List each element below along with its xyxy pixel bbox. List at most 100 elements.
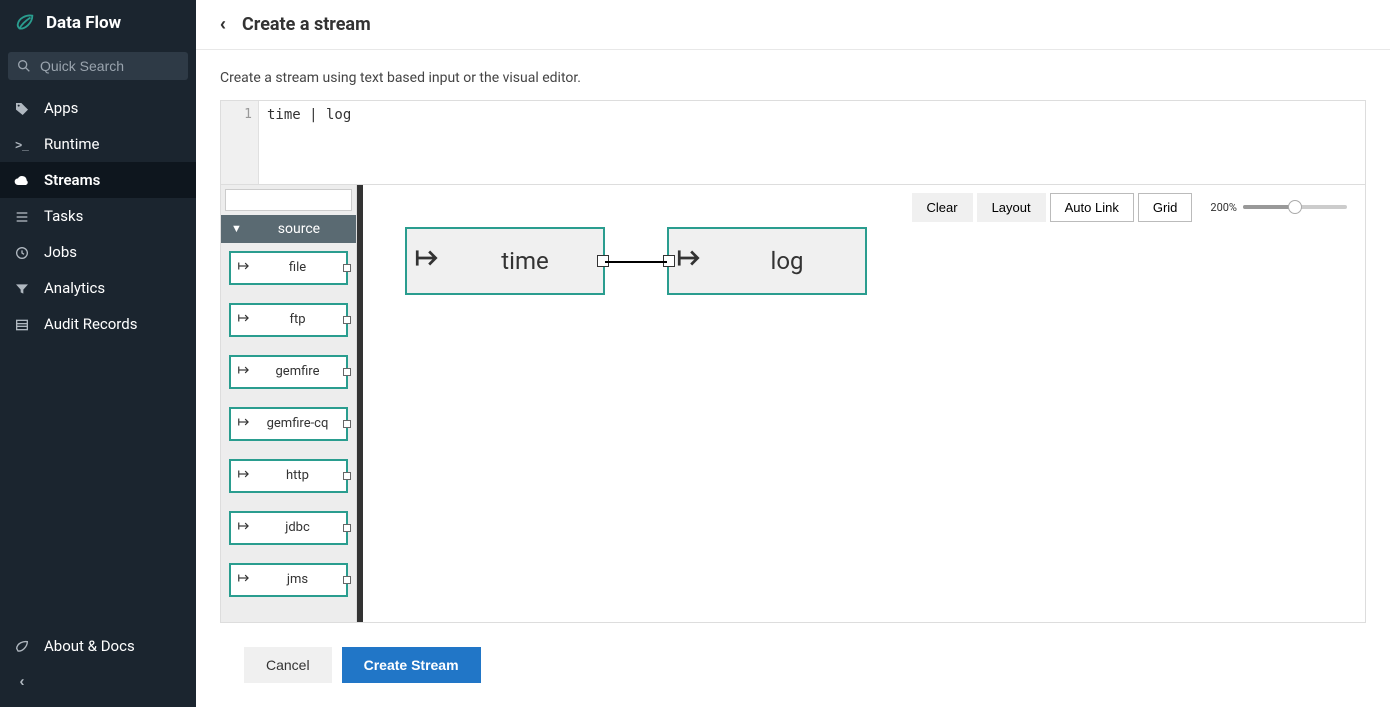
zoom-control: 200% [1210,201,1347,214]
canvas-toolbar: Clear Layout Auto Link Grid 200% [912,193,1348,222]
palette-item-label: gemfire [255,364,340,379]
palette-item-label: gemfire-cq [255,416,340,431]
sidebar-search[interactable] [8,52,188,80]
back-button[interactable]: ‹ [220,14,226,35]
output-port[interactable] [343,524,351,532]
palette-item-label: jdbc [255,520,340,535]
action-bar: Cancel Create Stream [220,623,1366,707]
sidebar-item-runtime[interactable]: >_ Runtime [0,126,196,162]
zoom-slider[interactable] [1243,205,1347,209]
cloud-icon [14,171,30,189]
description: Create a stream using text based input o… [220,70,1366,86]
palette-group-label: source [252,221,346,237]
palette-search-input[interactable] [225,189,352,211]
sidebar-item-label: Analytics [44,279,105,297]
zoom-thumb[interactable] [1288,200,1302,214]
layout-button[interactable]: Layout [977,193,1046,222]
autolink-button[interactable]: Auto Link [1050,193,1134,222]
chevron-down-icon: ▼ [231,222,242,235]
records-icon [14,315,30,333]
palette-search[interactable] [225,189,352,211]
gutter: 1 [221,101,259,184]
source-icon [237,363,251,381]
source-icon [237,259,251,277]
page-title: Create a stream [242,14,371,35]
cancel-button[interactable]: Cancel [244,647,332,683]
sidebar-item-analytics[interactable]: Analytics [0,270,196,306]
tag-icon [14,99,30,117]
palette-item-label: http [255,468,340,483]
output-port[interactable] [343,264,351,272]
sidebar-footer: About & Docs ‹ [0,628,196,707]
sidebar-item-label: About & Docs [44,637,135,655]
chevron-left-icon: ‹ [14,673,30,690]
search-input[interactable] [40,58,180,74]
search-icon [16,58,32,74]
clear-button[interactable]: Clear [912,193,973,222]
sidebar-item-about[interactable]: About & Docs [0,628,196,664]
link[interactable] [605,261,667,263]
sidebar-collapse[interactable]: ‹ [0,664,196,699]
source-icon [237,467,251,485]
palette: ▼ source file ftp gemfire gemfire-cq http jdb… [221,185,357,622]
filter-icon [14,279,30,297]
node-time[interactable]: time [405,227,605,295]
palette-group-source[interactable]: ▼ source [221,215,356,243]
sidebar-item-tasks[interactable]: Tasks [0,198,196,234]
palette-item-jms[interactable]: jms [229,563,348,597]
canvas[interactable]: Clear Layout Auto Link Grid 200% time log [357,185,1365,622]
palette-item-gemfire[interactable]: gemfire [229,355,348,389]
line-number: 1 [244,107,252,122]
logo-icon [14,12,36,34]
sidebar-item-label: Apps [44,99,78,117]
palette-item-http[interactable]: http [229,459,348,493]
main-header: ‹ Create a stream [196,0,1390,50]
sidebar-header: Data Flow [0,0,196,46]
sidebar-item-streams[interactable]: Streams [0,162,196,198]
clock-icon [14,243,30,261]
sidebar-item-label: Runtime [44,135,99,153]
output-port[interactable] [343,576,351,584]
palette-resize-handle[interactable] [357,185,363,622]
palette-item-file[interactable]: file [229,251,348,285]
node-log[interactable]: log [667,227,867,295]
palette-item-jdbc[interactable]: jdbc [229,511,348,545]
palette-item-label: file [255,260,340,275]
source-icon [237,571,251,589]
source-icon [237,311,251,329]
sidebar-item-audit-records[interactable]: Audit Records [0,306,196,342]
sidebar-item-apps[interactable]: Apps [0,90,196,126]
sidebar-item-jobs[interactable]: Jobs [0,234,196,270]
flow-icon [407,245,447,277]
output-port[interactable] [343,420,351,428]
output-port[interactable] [343,368,351,376]
zoom-label: 200% [1210,201,1237,214]
sidebar-item-label: Tasks [44,207,83,225]
flow-icon [669,245,709,277]
output-port[interactable] [343,316,351,324]
app-title: Data Flow [46,13,121,33]
grid-button[interactable]: Grid [1138,193,1193,222]
palette-item-ftp[interactable]: ftp [229,303,348,337]
sidebar-item-label: Jobs [44,243,77,261]
visual-editor: ▼ source file ftp gemfire gemfire-cq http jdb… [220,185,1366,623]
source-icon [237,415,251,433]
output-port[interactable] [343,472,351,480]
palette-item-label: ftp [255,312,340,327]
code-content[interactable]: time | log [259,101,359,184]
terminal-icon: >_ [14,135,30,153]
list-icon [14,207,30,225]
sidebar-item-label: Audit Records [44,315,137,333]
palette-item-gemfire-cq[interactable]: gemfire-cq [229,407,348,441]
sidebar-nav: Apps >_ Runtime Streams Tasks Jobs Analytics Au… [0,90,196,628]
code-editor[interactable]: 1 time | log [220,100,1366,185]
node-label: time [447,247,603,275]
main-body: Create a stream using text based input o… [196,50,1390,707]
sidebar: Data Flow Apps>_RuntimeStreamsTasksJobsA… [0,0,196,707]
palette-item-label: jms [255,572,340,587]
node-label: log [709,247,865,275]
source-icon [237,519,251,537]
sidebar-item-label: Streams [44,171,100,189]
create-stream-button[interactable]: Create Stream [342,647,481,683]
leaf-icon [14,637,30,655]
